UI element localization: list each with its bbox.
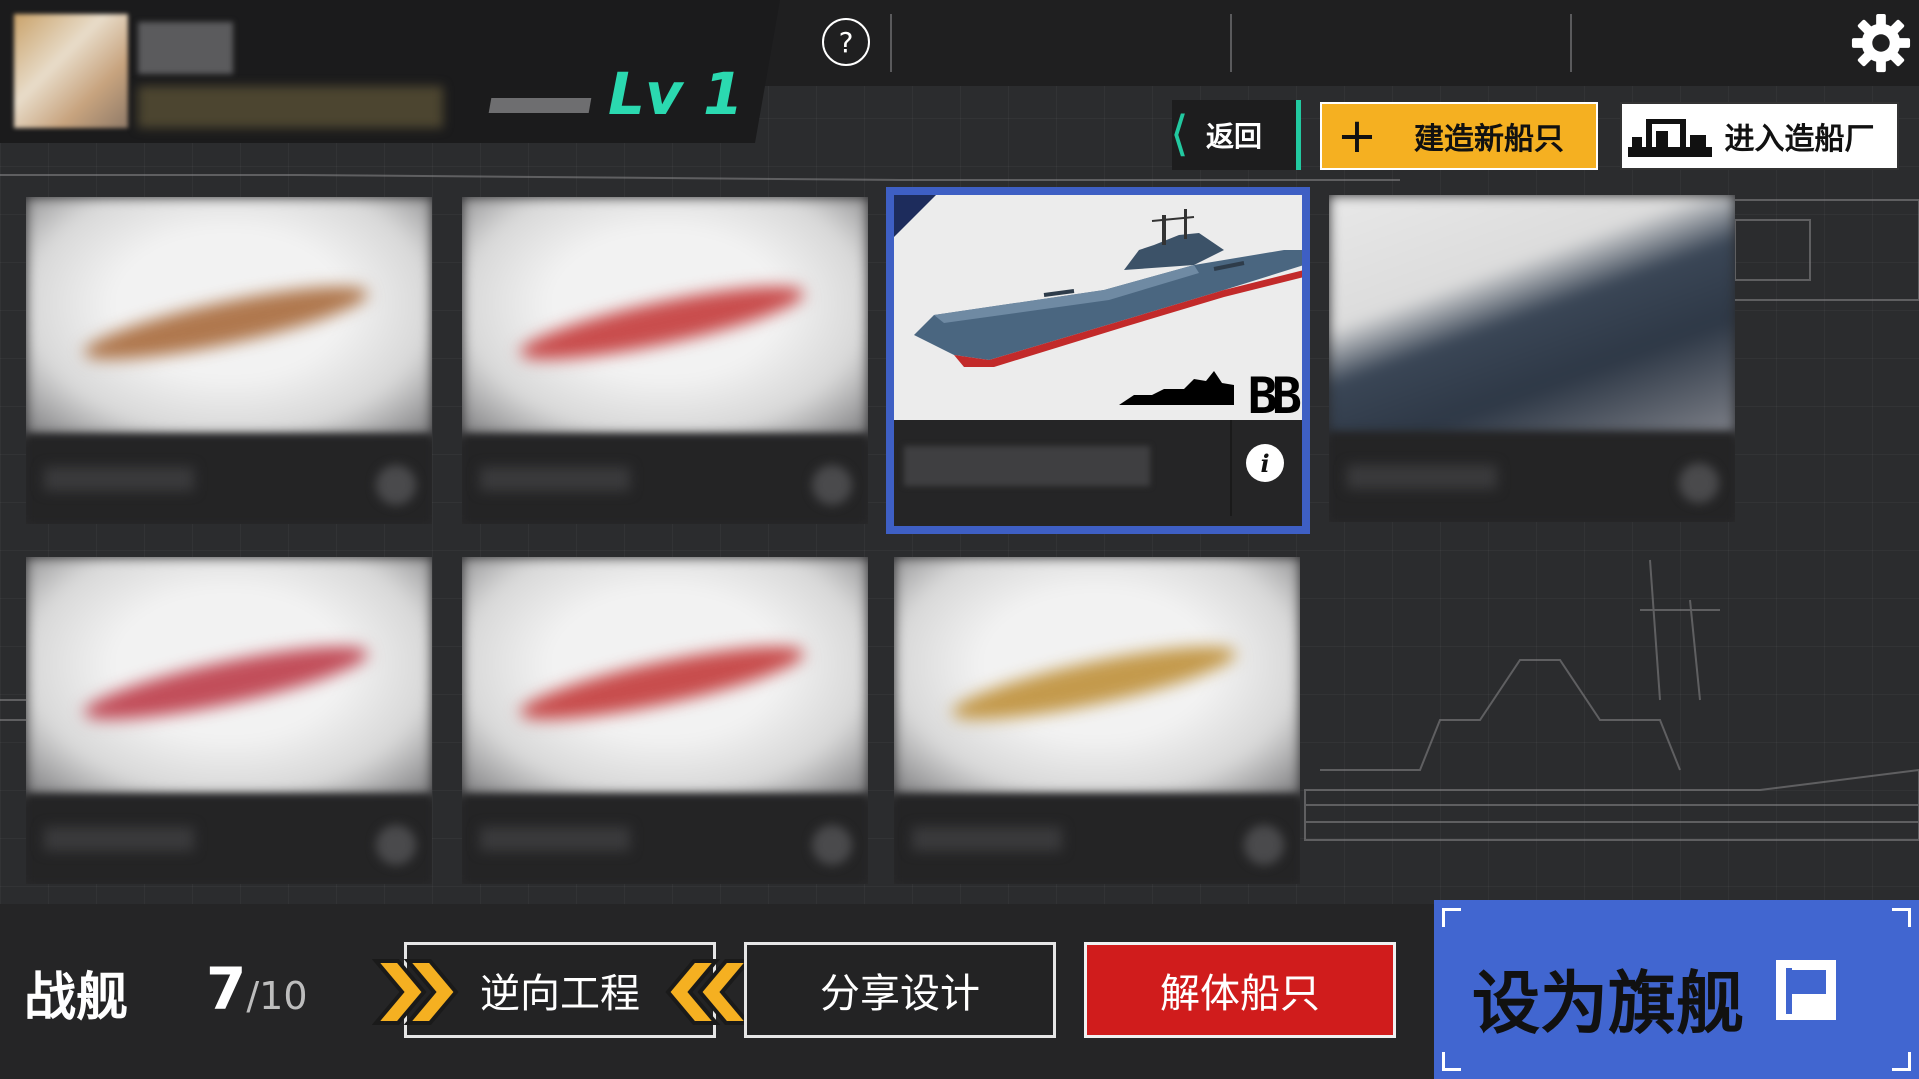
reverse-engineering-label: 逆向工程 [480, 971, 640, 1017]
ship-name-blurred [44, 827, 194, 851]
double-chevron-left-icon [665, 959, 752, 1025]
ship-card[interactable] [26, 557, 432, 884]
player-avatar[interactable] [14, 14, 128, 128]
set-flagship-button[interactable]: 设为旗舰 [1434, 900, 1919, 1079]
ship-name-blurred [904, 446, 1150, 486]
plus-icon: + [1336, 108, 1378, 164]
selected-ship-footer: i [894, 420, 1302, 526]
ship-card[interactable] [462, 197, 868, 524]
ship-name-blurred [44, 467, 194, 491]
top-divider [1570, 14, 1572, 72]
build-new-ship-label: 建造新船只 [1414, 122, 1564, 157]
scrap-ship-button[interactable]: 解体船只 [1084, 942, 1396, 1038]
double-chevron-right-icon [372, 959, 459, 1025]
selected-ship-thumbnail: BB [894, 195, 1302, 420]
enter-shipyard-label: 进入造船厂 [1724, 122, 1875, 157]
ship-count-current: 7 [206, 955, 247, 1023]
info-icon[interactable] [376, 465, 416, 505]
info-icon[interactable] [812, 465, 852, 505]
ship-card[interactable] [26, 197, 432, 524]
settings-gear-icon[interactable] [1850, 12, 1912, 74]
ship-card[interactable] [894, 557, 1300, 884]
selected-ship-card[interactable]: BB i [886, 187, 1310, 534]
set-flagship-label: 设为旗舰 [1472, 965, 1745, 1044]
info-icon[interactable] [376, 825, 416, 865]
player-name-blurred [138, 22, 233, 74]
back-button[interactable]: ⟨ 返回 [1170, 100, 1301, 170]
help-icon[interactable]: ? [822, 18, 870, 66]
ship-name-blurred [912, 827, 1062, 851]
player-panel[interactable]: Lv 1 [0, 0, 780, 143]
build-new-ship-button[interactable]: + 建造新船只 [1320, 102, 1598, 170]
ship-category-label: 战舰 [24, 968, 129, 1028]
ship-card[interactable] [462, 557, 868, 884]
player-level: Lv 1 [608, 60, 744, 128]
scrap-ship-label: 解体船只 [1160, 971, 1320, 1017]
top-divider [1230, 14, 1232, 72]
flag-icon [1776, 960, 1836, 1020]
frame-corner [1442, 1052, 1461, 1071]
frame-corner [1892, 1052, 1911, 1071]
ship-thumbnail-blurred [1329, 195, 1735, 433]
info-icon[interactable] [1679, 463, 1719, 503]
back-label: 返回 [1205, 120, 1262, 153]
experience-bar [488, 98, 592, 113]
footer-divider [1230, 420, 1232, 516]
ship-card[interactable] [1329, 195, 1735, 522]
share-design-button[interactable]: 分享设计 [744, 942, 1056, 1038]
info-icon[interactable] [812, 825, 852, 865]
shipyard-crane-icon [1628, 119, 1712, 157]
ship-name-blurred [1347, 465, 1497, 489]
enter-shipyard-button[interactable]: 进入造船厂 [1620, 102, 1899, 170]
ship-class-label: BB [1247, 367, 1302, 420]
share-design-label: 分享设计 [820, 971, 980, 1017]
info-icon[interactable] [1244, 825, 1284, 865]
rarity-corner-badge [894, 195, 936, 237]
ship-count-total: /10 [246, 974, 308, 1018]
top-divider [890, 14, 892, 72]
frame-corner [1442, 908, 1461, 927]
ship-name-blurred [480, 467, 630, 491]
ship-count: 7/10 [206, 955, 308, 1023]
player-title-blurred [138, 86, 443, 128]
frame-corner [1892, 908, 1911, 927]
info-icon[interactable]: i [1246, 444, 1284, 482]
ship-name-blurred [480, 827, 630, 851]
back-chevron-icon: ⟨ [1170, 106, 1189, 162]
battleship-model-image [914, 209, 1302, 405]
